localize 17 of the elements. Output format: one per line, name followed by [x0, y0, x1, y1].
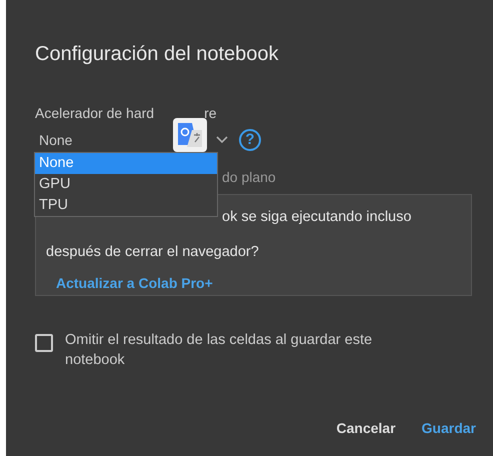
cancel-button[interactable]: Cancelar	[332, 416, 400, 440]
upsell-text: después de cerrar el navegador?	[46, 243, 260, 262]
dropdown-option[interactable]: GPU	[35, 174, 217, 195]
save-button[interactable]: Guardar	[418, 416, 480, 440]
upgrade-link[interactable]: Actualizar a Colab Pro+	[56, 275, 213, 291]
checkbox[interactable]	[35, 334, 53, 352]
upsell-text: ok se siga ejecutando incluso	[222, 208, 412, 227]
chevron-icon	[216, 136, 228, 144]
translate-icon[interactable]	[173, 118, 207, 152]
help-icon[interactable]: ?	[239, 129, 261, 151]
field-label: Acelerador de hard	[35, 104, 154, 122]
checkbox-label: Omitir el resultado de las celdas al guardar este notebook	[65, 331, 374, 370]
option-description: do plano	[222, 169, 276, 185]
field-label: re	[204, 104, 217, 122]
dropdown-option[interactable]: TPU	[35, 195, 217, 216]
accelerator-select[interactable]: None	[35, 132, 216, 148]
dialog-title: Configuración del notebook	[35, 42, 280, 67]
